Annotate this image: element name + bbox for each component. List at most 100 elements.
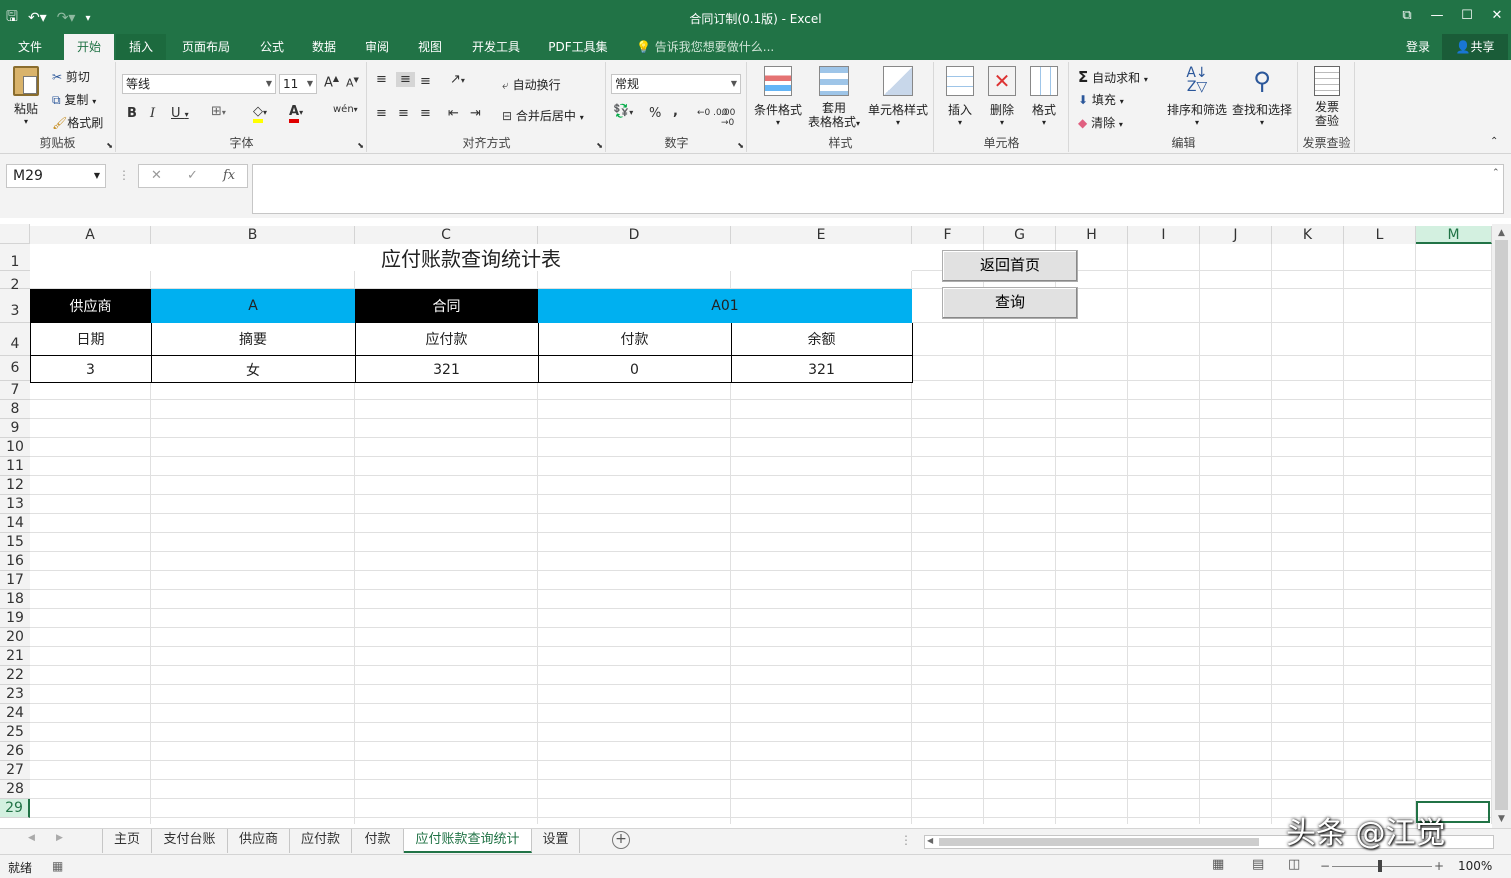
alignment-launcher-icon[interactable]: ⬊	[596, 141, 603, 150]
tab-formulas[interactable]: 公式	[250, 34, 294, 60]
minimize-icon[interactable]: —	[1423, 0, 1451, 32]
row-header[interactable]: 16	[0, 552, 30, 571]
italic-button[interactable]: I	[150, 106, 155, 121]
row-header[interactable]: 8	[0, 400, 30, 419]
next-sheet-icon[interactable]: ▶	[56, 833, 63, 843]
column-header[interactable]: M	[1416, 226, 1492, 244]
comma-button[interactable]: ,	[673, 104, 678, 119]
merge-center-button[interactable]: ⊟ 合并后居中 ▾	[502, 107, 584, 124]
add-sheet-icon[interactable]: +	[612, 831, 630, 849]
orientation-icon[interactable]: ↗▾	[450, 72, 465, 87]
column-header[interactable]: I	[1128, 226, 1200, 244]
row-header[interactable]: 15	[0, 533, 30, 552]
header-payment[interactable]: 付款	[538, 324, 731, 354]
align-middle-icon[interactable]: ≡	[396, 72, 415, 87]
scroll-down-icon[interactable]: ▼	[1492, 814, 1511, 824]
column-header[interactable]: D	[538, 226, 731, 244]
grow-font-icon[interactable]: A▲	[324, 74, 339, 90]
cell-summary[interactable]: 女	[151, 357, 355, 382]
row-header[interactable]: 21	[0, 647, 30, 666]
name-box[interactable]: M29 ▼	[6, 164, 106, 188]
row-header[interactable]: 10	[0, 438, 30, 457]
sheet-tab-settings[interactable]: 设置	[532, 829, 580, 853]
sheet-tab-payments[interactable]: 付款	[352, 829, 404, 853]
format-painter-button[interactable]: 🖌格式刷	[52, 114, 103, 131]
login-link[interactable]: 登录	[1406, 34, 1430, 60]
row-header[interactable]: 26	[0, 742, 30, 761]
tab-file[interactable]: 文件	[6, 34, 54, 60]
fill-color-icon[interactable]: ◇▾	[253, 104, 267, 123]
sheet-tab-payables[interactable]: 应付款	[290, 829, 352, 853]
align-center-icon[interactable]: ≡	[398, 106, 409, 121]
font-color-icon[interactable]: A▾	[289, 104, 303, 123]
expand-formula-icon[interactable]: ⌃	[1492, 168, 1500, 178]
wrap-text-button[interactable]: ⤶ 自动换行	[502, 76, 561, 93]
scroll-up-icon[interactable]: ▲	[1492, 228, 1511, 238]
align-right-icon[interactable]: ≡	[420, 106, 431, 121]
cell-payment[interactable]: 0	[538, 357, 731, 382]
formula-input[interactable]	[252, 164, 1504, 214]
row-header[interactable]: 19	[0, 609, 30, 628]
header-payable[interactable]: 应付款	[355, 324, 538, 354]
close-icon[interactable]: ✕	[1483, 0, 1511, 32]
row-header[interactable]: 2	[0, 271, 30, 293]
ribbon-display-icon[interactable]: ⧉	[1393, 0, 1421, 32]
find-select-button[interactable]: ⚲ 查找和选择 ▾	[1230, 66, 1294, 127]
sheet-tab-payment-ledger[interactable]: 支付台账	[152, 829, 228, 853]
row-header[interactable]: 11	[0, 457, 30, 476]
row-header[interactable]: 17	[0, 571, 30, 590]
row-header[interactable]: 1	[0, 244, 30, 271]
column-header[interactable]: L	[1344, 226, 1416, 244]
column-header[interactable]: C	[355, 226, 538, 244]
row-header[interactable]: 23	[0, 685, 30, 704]
supplier-label-cell[interactable]: 供应商	[30, 289, 151, 323]
insert-cells-button[interactable]: 插入 ▾	[941, 66, 979, 127]
conditional-format-button[interactable]: 条件格式 ▾	[750, 66, 806, 127]
cell-payable[interactable]: 321	[355, 357, 538, 382]
page-break-view-icon[interactable]: ◫	[1288, 857, 1300, 872]
row-header[interactable]: 20	[0, 628, 30, 647]
underline-button[interactable]: U ▾	[171, 106, 189, 121]
percent-button[interactable]: %	[649, 106, 661, 121]
vertical-scroll-thumb[interactable]	[1495, 240, 1508, 810]
row-header[interactable]: 6	[0, 356, 30, 381]
decrease-indent-icon[interactable]: ⇤	[448, 106, 459, 121]
column-header[interactable]: G	[984, 226, 1056, 244]
delete-cells-button[interactable]: ✕ 删除 ▾	[983, 66, 1021, 127]
copy-button[interactable]: ⧉ 复制 ▾	[52, 91, 96, 108]
tab-page-layout[interactable]: 页面布局	[172, 34, 240, 60]
horizontal-scroll-thumb[interactable]	[939, 838, 1259, 846]
zoom-level[interactable]: 100%	[1458, 859, 1492, 873]
tell-me-box[interactable]: 💡 告诉我您想要做什么...	[636, 34, 774, 60]
zoom-in-icon[interactable]: +	[1434, 859, 1444, 873]
contract-label-cell[interactable]: 合同	[355, 289, 538, 323]
align-top-icon[interactable]: ≡	[376, 72, 387, 87]
zoom-slider[interactable]	[1332, 866, 1432, 867]
select-all-corner[interactable]	[0, 224, 30, 244]
row-header[interactable]: 4	[0, 323, 30, 356]
tab-insert[interactable]: 插入	[116, 34, 166, 60]
header-date[interactable]: 日期	[30, 324, 151, 354]
scroll-left-icon[interactable]: ◀	[927, 836, 933, 845]
cell-date[interactable]: 3	[30, 357, 151, 382]
sheet-tab-payable-query[interactable]: 应付账款查询统计	[404, 829, 532, 853]
clear-button[interactable]: ◆ 清除 ▾	[1078, 114, 1123, 131]
maximize-icon[interactable]: ☐	[1453, 0, 1481, 32]
fill-button[interactable]: ⬇ 填充 ▾	[1078, 91, 1124, 108]
page-layout-view-icon[interactable]: ▤	[1252, 857, 1264, 872]
cell-balance[interactable]: 321	[731, 357, 912, 382]
query-button[interactable]: 查询	[942, 287, 1078, 319]
tab-data[interactable]: 数据	[302, 34, 346, 60]
row-header[interactable]: 13	[0, 495, 30, 514]
font-size-combo[interactable]: 11 ▼	[279, 74, 317, 94]
accounting-icon[interactable]: 💱▾	[613, 104, 633, 119]
column-header[interactable]: H	[1056, 226, 1128, 244]
return-home-button[interactable]: 返回首页	[942, 250, 1078, 282]
sort-filter-button[interactable]: A↓ Z▽ 排序和筛选 ▾	[1166, 66, 1228, 127]
column-header[interactable]: K	[1272, 226, 1344, 244]
align-bottom-icon[interactable]: ≡	[420, 74, 431, 89]
zoom-out-icon[interactable]: −	[1320, 859, 1330, 873]
header-balance[interactable]: 余额	[731, 324, 912, 354]
tab-pdf-tools[interactable]: PDF工具集	[540, 34, 616, 60]
clipboard-launcher-icon[interactable]: ⬊	[106, 141, 113, 150]
